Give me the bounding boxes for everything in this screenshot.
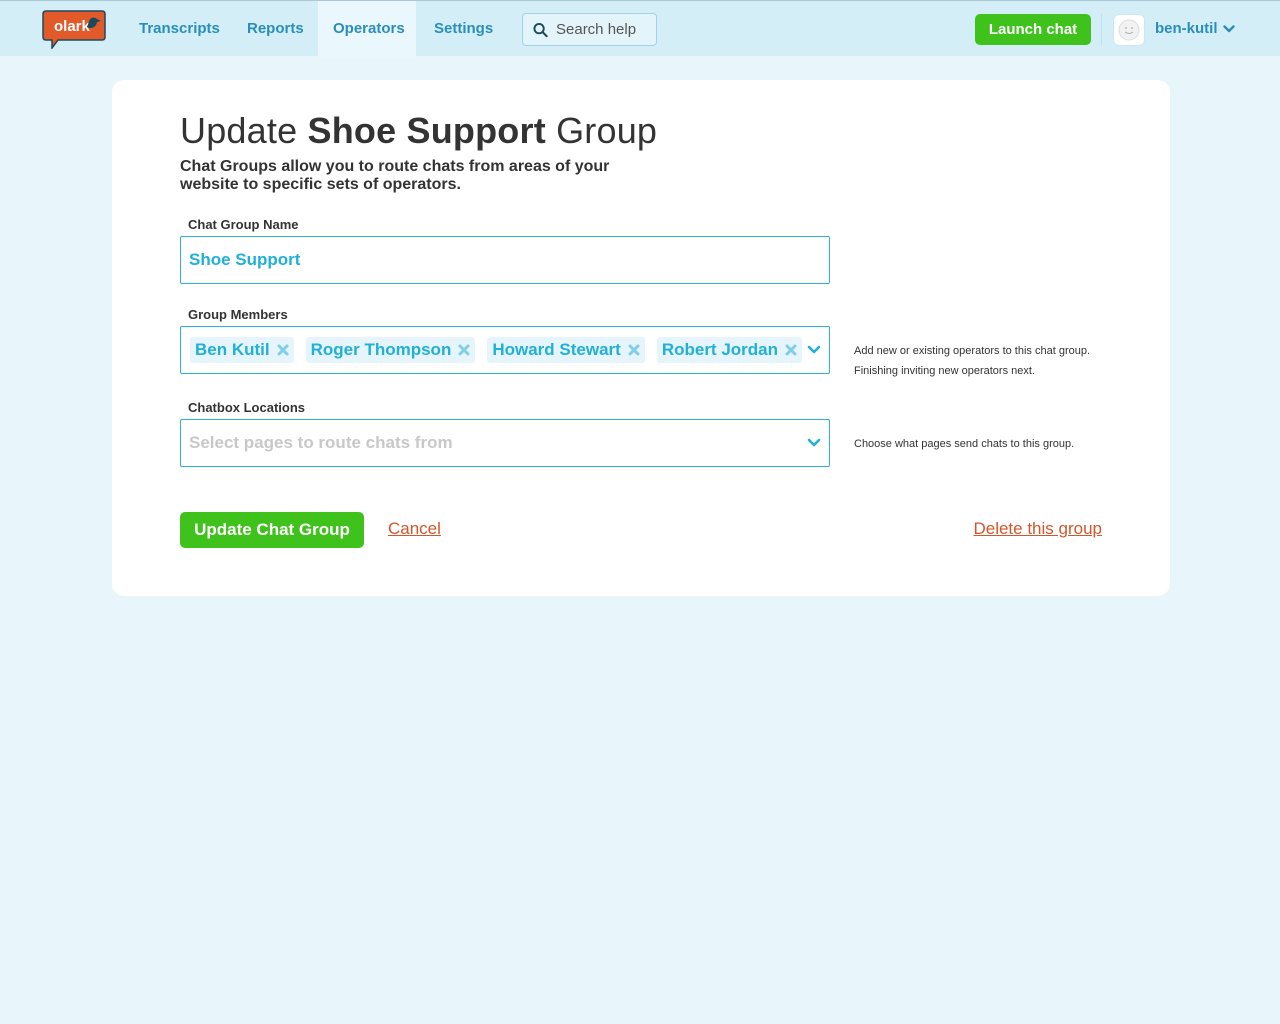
delete-group-link[interactable]: Delete this group	[973, 519, 1102, 539]
chatbox-locations-select[interactable]	[180, 419, 830, 467]
remove-member-icon[interactable]	[457, 343, 471, 357]
top-navigation-bar: olark Transcripts Reports Operators Sett…	[0, 0, 1280, 57]
nav-settings[interactable]: Settings	[419, 1, 508, 57]
group-members-help-line: Add new or existing operators to this ch…	[854, 345, 1091, 357]
username[interactable]: ben-kutil	[1155, 20, 1218, 37]
remove-member-icon[interactable]	[276, 343, 290, 357]
nav-transcripts[interactable]: Transcripts	[124, 1, 235, 57]
chevron-down-icon[interactable]	[807, 344, 821, 356]
title-prefix: Update	[180, 110, 298, 151]
chevron-down-icon[interactable]	[1223, 24, 1235, 34]
update-chat-group-button[interactable]: Update Chat Group	[180, 512, 364, 548]
member-tag: Howard Stewart	[487, 337, 645, 363]
svg-text:olark: olark	[54, 18, 91, 35]
search-box[interactable]	[522, 13, 657, 46]
group-edit-card: Update Shoe Support Group Chat Groups al…	[112, 80, 1170, 596]
member-tag-label: Robert Jordan	[661, 340, 778, 359]
page-title: Update Shoe Support Group	[180, 110, 657, 152]
chat-group-name-field[interactable]	[180, 236, 830, 284]
member-tag-label: Howard Stewart	[492, 340, 621, 359]
chatbox-locations-label: Chatbox Locations	[188, 400, 306, 415]
group-members-label: Group Members	[188, 307, 288, 322]
launch-chat-button[interactable]: Launch chat	[975, 14, 1091, 45]
smiley-avatar-icon	[1118, 19, 1140, 41]
title-group-name: Shoe Support	[307, 110, 546, 151]
chatbox-locations-help: Choose what pages send chats to this gro…	[854, 438, 1075, 450]
member-tag: Robert Jordan	[656, 337, 802, 363]
chat-group-name-input[interactable]	[181, 237, 829, 283]
avatar[interactable]	[1113, 14, 1145, 46]
cancel-link[interactable]: Cancel	[388, 519, 441, 539]
nav-operators[interactable]: Operators	[318, 1, 416, 57]
search-icon	[533, 22, 548, 37]
chatbox-locations-input[interactable]	[181, 420, 829, 466]
search-input[interactable]	[556, 21, 656, 38]
remove-member-icon[interactable]	[627, 343, 641, 357]
title-suffix: Group	[556, 110, 658, 151]
chat-group-name-label: Chat Group Name	[188, 217, 299, 232]
nav-divider	[1101, 14, 1102, 45]
member-tag: Roger Thompson	[305, 337, 476, 363]
member-tag: Ben Kutil	[190, 337, 294, 363]
member-tag-label: Roger Thompson	[310, 340, 452, 359]
nav-reports[interactable]: Reports	[232, 1, 319, 57]
group-members-help-line: Finishing inviting new operators next.	[854, 365, 1035, 377]
member-tags: Ben Kutil Roger Thompson Howard Stewart Rob…	[181, 327, 829, 373]
group-members-select[interactable]: Ben Kutil Roger Thompson Howard Stewart Rob…	[180, 326, 830, 374]
page-subtitle: Chat Groups allow you to route chats fro…	[180, 158, 610, 193]
group-members-help: Add new or existing operators to this ch…	[854, 341, 1114, 381]
chevron-down-icon[interactable]	[807, 437, 821, 449]
olark-logo[interactable]: olark	[42, 9, 106, 49]
member-tag-label: Ben Kutil	[195, 340, 270, 359]
remove-member-icon[interactable]	[784, 343, 798, 357]
